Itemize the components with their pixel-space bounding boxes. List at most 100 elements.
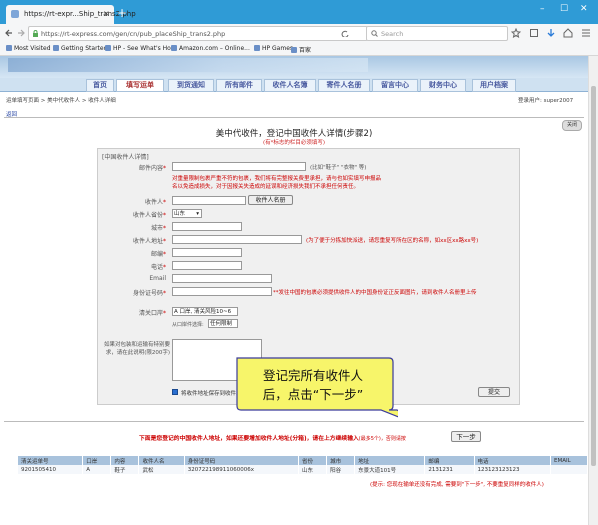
warning-line-1: 对重量限制包裹严重不符的包裹，我们将有完整报关费里承担，请与也如实填写申报品: [172, 176, 382, 182]
download-icon[interactable]: [546, 28, 556, 38]
table-cell: A: [82, 465, 112, 474]
table-header: 内容: [110, 456, 140, 465]
bookmark-item[interactable]: Most Visited: [6, 45, 51, 52]
table-cell: 山东: [298, 465, 328, 474]
table-header: 电话: [474, 456, 551, 465]
table-header: 地址: [354, 456, 426, 465]
banner-decoration: [8, 58, 368, 72]
id-input[interactable]: [172, 287, 272, 296]
bookmark-item[interactable]: 百家: [291, 45, 311, 54]
reload-icon[interactable]: [341, 30, 349, 37]
table-header: EMAIL: [550, 456, 588, 465]
breadcrumb: 运单填写页面 > 美中代收件人 > 收件人详细: [6, 98, 116, 104]
bookmark-icon: [254, 45, 260, 51]
recipient-table: 清关运单号 口岸 内容 收件人名 身份证号码 省份 城市 地址 邮编 电话 EMAIL 920150…: [18, 456, 588, 474]
close-window-icon[interactable]: ✕: [580, 4, 588, 14]
favicon-icon: [11, 10, 19, 18]
divider: [4, 117, 584, 118]
id-label: 身份证号码*: [132, 290, 166, 297]
submit-button[interactable]: 提交: [478, 387, 510, 397]
table-header: 省份: [298, 456, 328, 465]
callout-bubble: 登记完所有收件人 后，点击“下一步”: [236, 357, 398, 418]
menu-item[interactable]: 收件人名簿: [264, 79, 316, 92]
search-icon: [371, 30, 378, 37]
table-header: 收件人名: [138, 456, 185, 465]
star-icon[interactable]: [511, 28, 521, 38]
library-icon[interactable]: [529, 28, 539, 38]
page-content: 首页 填写运单 到货通知 所有邮件 收件人名簿 寄件人名册 留言中心 财务中心 用户档案 运单填…: [0, 56, 588, 525]
table-cell: 123123123123: [474, 465, 551, 474]
tip-text: (提示: 您现在输单还没有完成, 需要到"下一步", 不要重复同样的收件人): [370, 482, 544, 488]
table-cell: 320722198911060006x: [184, 465, 299, 474]
url-text: https://rt-express.com/gen/cn/pub_placeS…: [41, 30, 226, 38]
remark-label: 如果对包装和运输有特别要求，请在此说明(限200字): [103, 342, 170, 356]
menu-icon[interactable]: [581, 28, 591, 38]
table-header: 清关运单号: [18, 456, 84, 465]
address-bar[interactable]: https://rt-express.com/gen/cn/pub_placeS…: [28, 26, 368, 41]
email-input[interactable]: [172, 274, 272, 283]
browser-tab[interactable]: https://rt-expr...Ship_trans2.php ×: [6, 5, 136, 24]
callout-line-2: 后，点击“下一步”: [263, 387, 363, 402]
city-label: 城市*: [150, 225, 166, 232]
table-header-row: 清关运单号 口岸 内容 收件人名 身份证号码 省份 城市 地址 邮编 电话 EMAIL: [18, 456, 588, 465]
bookmark-icon: [291, 47, 297, 53]
menu-item[interactable]: 填写运单: [116, 79, 164, 92]
table-row[interactable]: 9201505410 A 鞋子 武松 320722198911060006x 山东 阳谷 东景…: [18, 465, 588, 474]
vertical-scrollbar[interactable]: [588, 56, 598, 525]
menu-item[interactable]: 首页: [86, 79, 114, 92]
new-tab-button[interactable]: +: [117, 6, 127, 20]
zip-input[interactable]: [172, 248, 242, 257]
city-input[interactable]: [172, 222, 242, 231]
bookmark-item[interactable]: Getting Started: [53, 45, 107, 52]
table-header: 城市: [326, 456, 356, 465]
bookmark-icon: [53, 45, 59, 51]
next-step-button[interactable]: 下一步: [451, 431, 481, 442]
email-label: Email: [149, 275, 166, 282]
port-select[interactable]: A 口岸, 清关风险10~6: [172, 307, 238, 316]
bookmark-item[interactable]: Amazon.com – Online...: [171, 45, 250, 52]
menu-item[interactable]: 留言中心: [372, 79, 418, 92]
menu-item[interactable]: 财务中心: [420, 79, 466, 92]
phone-input[interactable]: [172, 261, 242, 270]
table-cell: 9201505410: [18, 465, 84, 474]
id-note: **发往中国的包裹必须提供收件人的中国身份证正反面图片，请到收件人名册里上传: [273, 290, 477, 296]
bookmark-item[interactable]: HP - See What's Hot: [105, 45, 173, 52]
content-input[interactable]: [172, 162, 306, 171]
zip-label: 邮编*: [150, 251, 166, 258]
site-banner: [0, 56, 588, 78]
table-header: 口岸: [82, 456, 112, 465]
address-label: 收件人地址*: [132, 238, 166, 245]
bookmark-item[interactable]: HP Games: [254, 45, 293, 52]
scrollbar-thumb[interactable]: [591, 86, 596, 466]
tab-bar: https://rt-expr...Ship_trans2.php × + – …: [0, 0, 598, 24]
search-input[interactable]: Search: [366, 26, 508, 41]
phone-label: 电话*: [150, 264, 166, 271]
save-checkbox[interactable]: [172, 389, 178, 395]
main-menu: 首页 填写运单 到货通知 所有邮件 收件人名簿 寄件人名册 留言中心 财务中心 用户档案: [0, 78, 588, 92]
table-cell: 鞋子: [110, 465, 140, 474]
menu-item[interactable]: 寄件人名册: [318, 79, 370, 92]
menu-item[interactable]: 到货通知: [168, 79, 214, 92]
back-arrow-icon[interactable]: [4, 28, 14, 38]
clear-select[interactable]: 任何限制: [208, 319, 238, 328]
bookmarks-bar: Most Visited Getting Started HP - See Wh…: [0, 42, 598, 56]
recipient-label: 收件人*: [144, 199, 166, 206]
chevron-down-icon: ▾: [196, 211, 199, 217]
maximize-icon[interactable]: ☐: [560, 4, 568, 14]
address-hint: (为了便于分拣加快派送，请您重复写所在区的名称，如xx区xx路xx号): [306, 238, 479, 244]
close-tab-icon[interactable]: ×: [103, 9, 110, 18]
section-label: [中国收件人详情]: [102, 154, 149, 161]
minimize-icon[interactable]: –: [540, 4, 545, 14]
province-select[interactable]: 山东 ▾: [172, 209, 202, 218]
home-icon[interactable]: [563, 28, 573, 38]
recipient-book-button[interactable]: 收件人名册: [248, 195, 293, 205]
clear-label: 从口岸件选择:: [172, 322, 204, 328]
menu-item[interactable]: 用户档案: [472, 79, 516, 92]
bookmark-icon: [6, 45, 12, 51]
province-label: 收件人省份*: [132, 212, 166, 219]
recipient-input[interactable]: [172, 196, 246, 205]
page-subtitle: (有*标志的栏目必须填写): [262, 140, 326, 146]
address-input[interactable]: [172, 235, 302, 244]
menu-item[interactable]: 所有邮件: [216, 79, 262, 92]
forward-arrow-icon[interactable]: [16, 28, 26, 38]
